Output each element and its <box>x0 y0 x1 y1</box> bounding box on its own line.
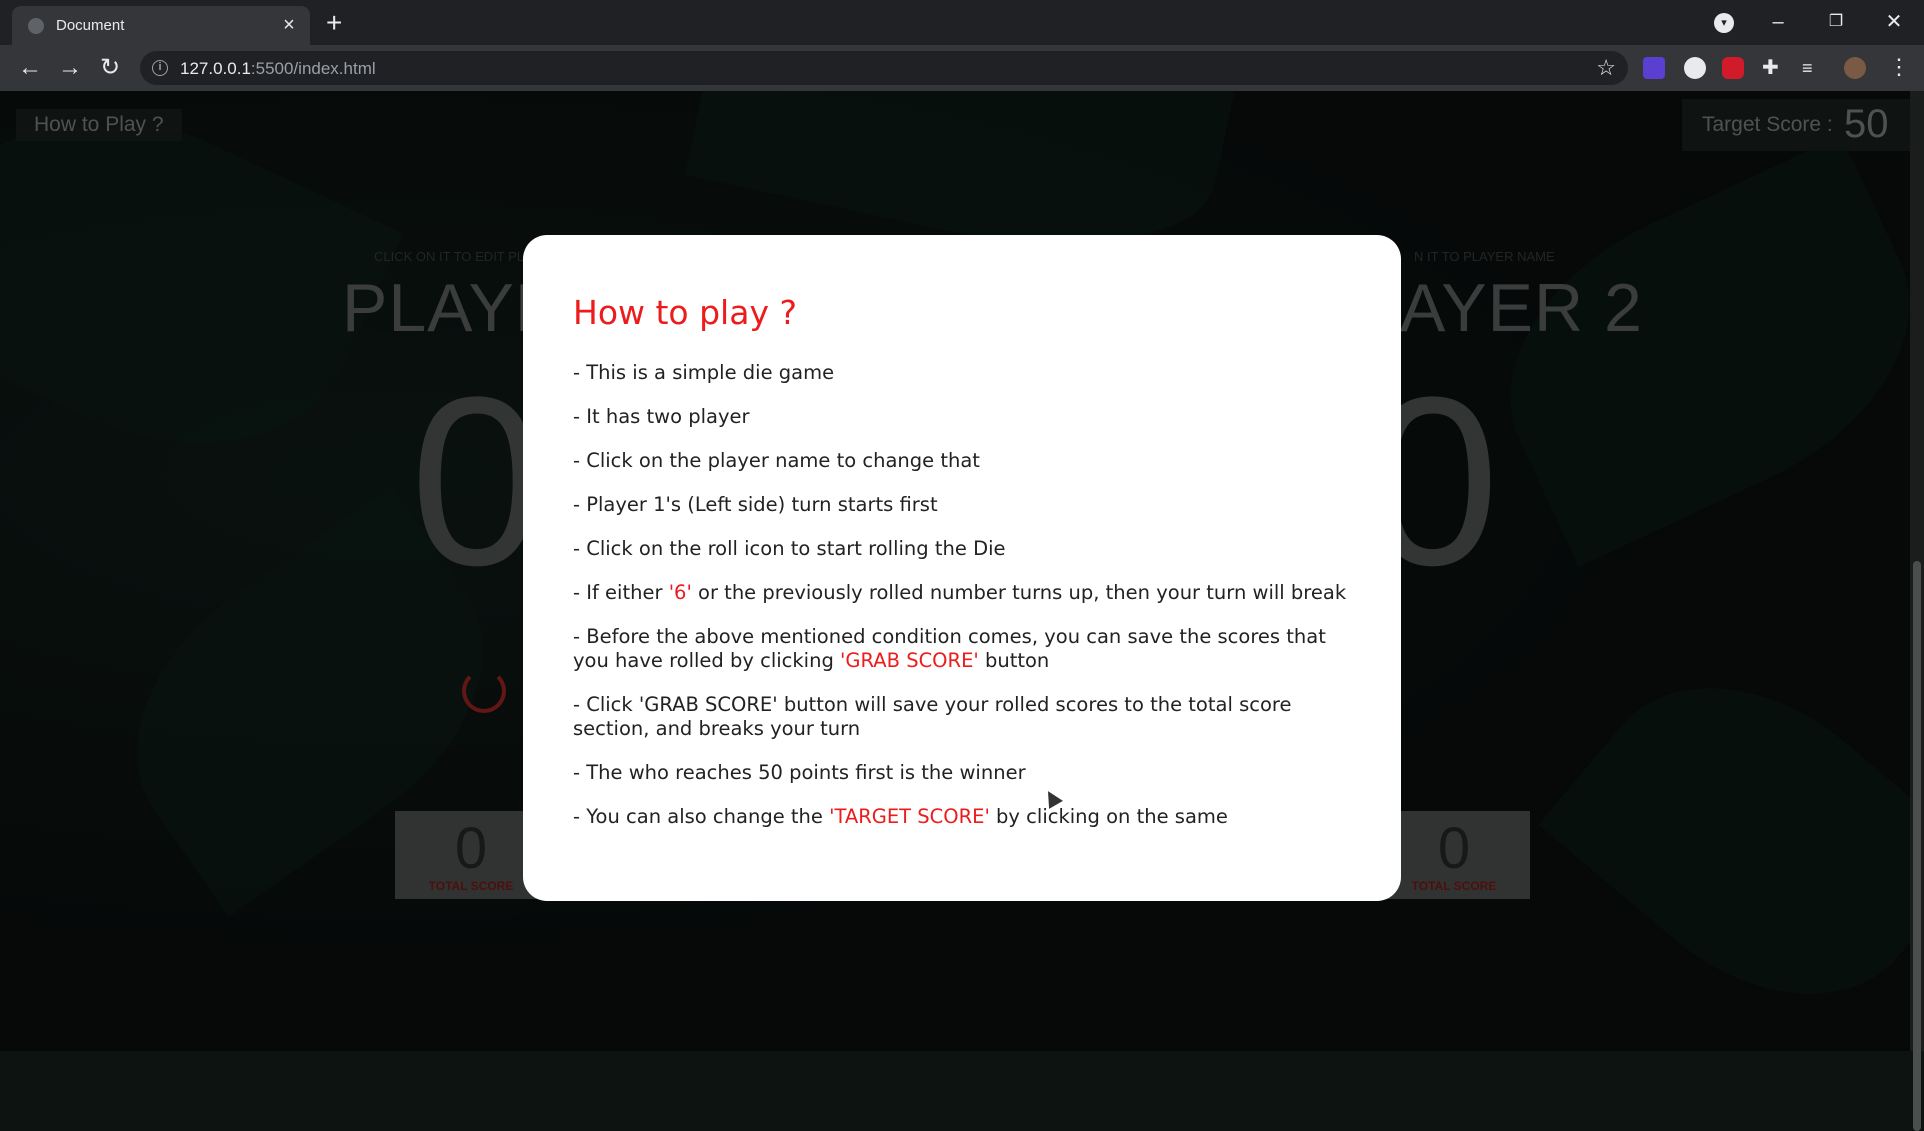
rule-item: - Click on the player name to change tha… <box>573 449 1363 473</box>
rule-text: - The who reaches 50 points first is the… <box>573 761 1026 784</box>
url-path: :5500/index.html <box>250 59 376 78</box>
address-bar[interactable]: i 127.0.0.1:5500/index.html ☆ <box>140 51 1628 85</box>
close-tab-icon[interactable]: × <box>278 14 300 36</box>
rule-text: - You can also change the <box>573 805 830 828</box>
rule-item: - This is a simple die game <box>573 361 1363 385</box>
rules-list: - This is a simple die game - It has two… <box>573 361 1363 849</box>
rule-text: by clicking on the same <box>989 805 1228 828</box>
rule-text: - Click on the roll icon to start rollin… <box>573 537 1006 560</box>
extension-circle-icon[interactable] <box>1684 57 1706 79</box>
rule-text: button <box>978 649 1050 672</box>
tab-search-icon[interactable]: ▾ <box>1714 13 1734 33</box>
minimize-icon[interactable]: – <box>1758 8 1798 36</box>
scrollbar[interactable] <box>1910 91 1924 1131</box>
extension-play-icon[interactable] <box>1722 57 1744 79</box>
profile-avatar[interactable] <box>1844 57 1866 79</box>
rule-item: - It has two player <box>573 405 1363 429</box>
rule-item: - Player 1's (Left side) turn starts fir… <box>573 493 1363 517</box>
rule-highlight: '6' <box>668 581 692 604</box>
url-text: 127.0.0.1:5500/index.html <box>180 59 376 79</box>
rule-item: - Click on the roll icon to start rollin… <box>573 537 1363 561</box>
rule-text: - This is a simple die game <box>573 361 835 384</box>
bookmark-star-icon[interactable]: ☆ <box>1596 55 1616 81</box>
browser-menu-icon[interactable]: ⋮ <box>1888 51 1910 83</box>
globe-icon <box>28 18 44 34</box>
rule-text: - If either <box>573 581 669 604</box>
browser-toolbar: ← → ↻ i 127.0.0.1:5500/index.html ☆ ✚ ≡ … <box>0 45 1924 91</box>
rule-item: - Before the above mentioned condition c… <box>573 625 1363 673</box>
restore-icon[interactable]: ❐ <box>1816 8 1856 36</box>
rule-highlight: 'TARGET SCORE' <box>829 805 990 828</box>
back-icon[interactable]: ← <box>14 52 46 84</box>
reload-icon[interactable]: ↻ <box>94 52 126 84</box>
extension-cube-icon[interactable] <box>1643 57 1665 79</box>
rule-item: - If either '6' or the previously rolled… <box>573 581 1363 605</box>
forward-icon[interactable]: → <box>54 52 86 84</box>
extensions-puzzle-icon[interactable]: ✚ <box>1762 57 1784 79</box>
window-close-icon[interactable]: ✕ <box>1874 8 1914 36</box>
rule-text: or the previously rolled number turns up… <box>691 581 1347 604</box>
rule-text: - Player 1's (Left side) turn starts fir… <box>573 493 938 516</box>
rule-item: - Click 'GRAB SCORE' button will save yo… <box>573 693 1363 741</box>
media-queue-icon[interactable]: ≡ <box>1802 57 1824 79</box>
rule-text: - Click on the player name to change tha… <box>573 449 980 472</box>
rule-text: - Click 'GRAB SCORE' button will save yo… <box>573 693 1292 740</box>
browser-tab[interactable]: Document × <box>12 6 310 45</box>
rule-item: - The who reaches 50 points first is the… <box>573 761 1363 785</box>
tab-strip: Document × + ▾ – ❐ ✕ <box>0 0 1924 45</box>
tab-title: Document <box>56 17 125 34</box>
modal-title: How to play ? <box>573 293 797 332</box>
rule-highlight: 'GRAB SCORE' <box>840 649 979 672</box>
how-to-play-modal: How to play ? - This is a simple die gam… <box>523 235 1401 901</box>
site-info-icon[interactable]: i <box>152 60 168 76</box>
scrollbar-thumb[interactable] <box>1913 561 1921 1131</box>
rule-text: - It has two player <box>573 405 750 428</box>
rule-item: - You can also change the 'TARGET SCORE'… <box>573 805 1363 829</box>
url-host: 127.0.0.1 <box>180 59 251 78</box>
new-tab-icon[interactable]: + <box>326 9 342 37</box>
